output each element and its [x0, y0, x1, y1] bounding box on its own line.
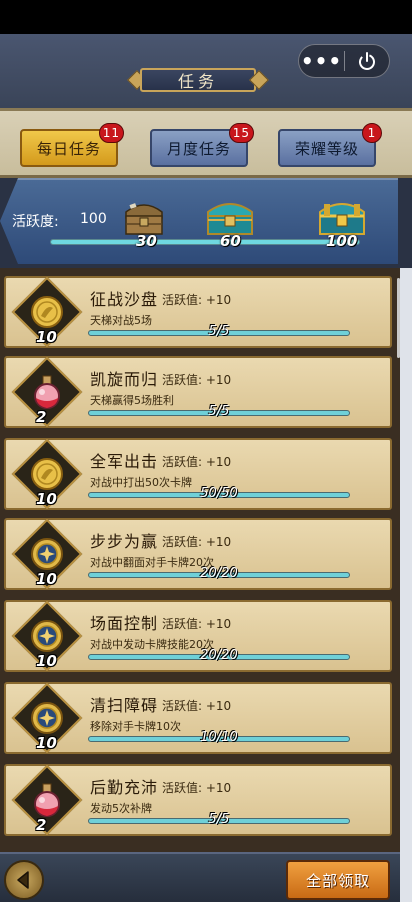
- task-card[interactable]: 10 清扫障碍 活跃值: +10 移除对手卡牌10次 10/10: [4, 682, 392, 754]
- task-card[interactable]: 2 凯旋而归 活跃值: +10 天梯赢得5场胜利 5/5: [4, 356, 392, 428]
- task-activity-points: 活跃值: +10: [162, 373, 232, 387]
- task-card[interactable]: 10 步步为赢 活跃值: +10 对战中翻面对手卡牌20次 20/20: [4, 518, 392, 590]
- task-progress-text: 20/20: [200, 648, 238, 663]
- task-card[interactable]: 10 场面控制 活跃值: +10 对战中发动卡牌技能20次 20/20: [4, 600, 392, 672]
- potion-icon: [24, 369, 70, 415]
- power-icon: [358, 52, 375, 70]
- task-name: 场面控制: [90, 614, 159, 633]
- task-activity-points: 活跃值: +10: [162, 293, 232, 307]
- milestone-value: 30: [136, 232, 157, 250]
- task-name: 步步为赢: [90, 532, 159, 551]
- notification-badge: 11: [98, 123, 124, 143]
- reward-amount: 10: [36, 490, 57, 508]
- task-name: 凯旋而归: [90, 370, 159, 389]
- task-activity-points: 活跃值: +10: [162, 781, 232, 795]
- task-progress-text: 5/5: [208, 812, 230, 827]
- close-button[interactable]: [345, 50, 389, 72]
- reward-amount: 10: [36, 734, 57, 752]
- mini-program-capsule: •••: [298, 44, 390, 78]
- task-name: 征战沙盘: [90, 290, 159, 309]
- tab-label: 每日任务: [36, 139, 101, 158]
- activity-value: 100: [80, 211, 107, 227]
- reward-amount: 10: [36, 328, 57, 346]
- activity-progress-bar: [50, 239, 360, 245]
- task-activity-points: 活跃值: +10: [162, 535, 232, 549]
- tab-label: 荣耀等级: [294, 139, 359, 158]
- claim-all-label: 全部领取: [305, 871, 370, 890]
- task-activity-points: 活跃值: +10: [162, 699, 232, 713]
- page-edge: [400, 268, 412, 902]
- potion-icon: [24, 777, 70, 823]
- back-arrow-icon: [17, 871, 29, 889]
- task-activity-points: 活跃值: +10: [162, 455, 232, 469]
- milestone-value: 100: [326, 232, 358, 250]
- task-progress-text: 20/20: [200, 566, 238, 581]
- task-progress-text: 10/10: [200, 730, 238, 745]
- reward-amount: 2: [36, 816, 47, 834]
- notification-badge: 1: [362, 123, 382, 143]
- task-card[interactable]: 10 全军出击 活跃值: +10 对战中打出50次卡牌 50/50: [4, 438, 392, 510]
- reward-amount: 2: [36, 408, 47, 426]
- activity-label: 活跃度:: [12, 214, 59, 230]
- claim-all-button[interactable]: 全部领取: [286, 860, 390, 900]
- activity-panel: 活跃度: 100 30 60 100: [0, 178, 412, 264]
- page-title-plate: 任务: [127, 66, 269, 94]
- reward-amount: 10: [36, 652, 57, 670]
- task-activity-points: 活跃值: +10: [162, 617, 232, 631]
- reward-amount: 10: [36, 570, 57, 588]
- page-title: 任务: [177, 72, 218, 91]
- scrollbar[interactable]: [397, 278, 400, 358]
- tab-daily-tasks[interactable]: 每日任务 11: [20, 123, 124, 167]
- more-button[interactable]: •••: [299, 46, 344, 76]
- activity-progress-fill: [51, 240, 359, 244]
- tab-monthly-tasks[interactable]: 月度任务 15: [150, 123, 254, 167]
- back-button[interactable]: [4, 860, 44, 900]
- task-progress-text: 5/5: [208, 324, 230, 339]
- tab-honor-level[interactable]: 荣耀等级 1: [278, 123, 382, 167]
- task-card[interactable]: 2 后勤充沛 活跃值: +10 发动5次补牌 5/5: [4, 764, 392, 836]
- task-name: 全军出击: [90, 452, 159, 471]
- status-bar: [0, 0, 412, 34]
- task-progress-text: 50/50: [200, 486, 238, 501]
- tab-label: 月度任务: [166, 139, 231, 158]
- task-name: 后勤充沛: [90, 778, 159, 797]
- task-name: 清扫障碍: [90, 696, 159, 715]
- milestone-value: 60: [220, 232, 241, 250]
- tab-bar: 每日任务 11 月度任务 15 荣耀等级 1: [0, 108, 412, 178]
- task-card[interactable]: 10 征战沙盘 活跃值: +10 天梯对战5场 5/5: [4, 276, 392, 348]
- notification-badge: 15: [228, 123, 254, 143]
- task-progress-text: 5/5: [208, 404, 230, 419]
